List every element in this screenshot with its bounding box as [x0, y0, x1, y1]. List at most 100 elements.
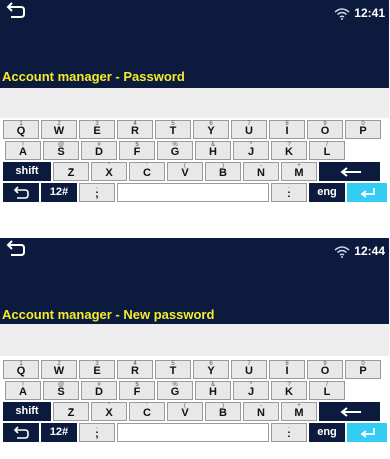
key-label: F	[133, 146, 141, 158]
back-arrow-icon[interactable]	[5, 1, 27, 21]
colon-key[interactable]: .:	[271, 183, 307, 202]
key-f[interactable]: $ F	[119, 381, 155, 400]
key-label: ;	[95, 428, 99, 440]
key-n[interactable]: -N	[243, 162, 279, 181]
key-h[interactable]: & H	[195, 381, 231, 400]
space-key[interactable]	[117, 183, 269, 202]
key-o[interactable]: 9O	[307, 120, 343, 139]
key-t[interactable]: 5T	[155, 360, 191, 379]
key-label: G	[170, 146, 180, 158]
key-z[interactable]: _ Z	[53, 402, 89, 421]
key-n[interactable]: -N	[243, 402, 279, 421]
language-key[interactable]: eng	[309, 423, 345, 442]
on-screen-keyboard: 1 Q 2 W 3 E 4 R 5 T 6 Y 7 U 8 I 9 O 0 P! A @ S # D $ F% G & H * J? K / Lsh…	[0, 118, 389, 202]
enter-key[interactable]	[347, 183, 387, 202]
key-label: W	[53, 125, 65, 137]
key-label: J	[247, 146, 255, 158]
semicolon-key[interactable]: ,;	[79, 423, 115, 442]
shift-key[interactable]: shift	[3, 402, 51, 421]
key-r[interactable]: 4R	[117, 120, 153, 139]
key-j[interactable]: * J	[233, 141, 269, 160]
key-h[interactable]: & H	[195, 141, 231, 160]
space-key[interactable]	[117, 423, 269, 442]
key-label: O	[320, 125, 330, 137]
key-c[interactable]: ' C	[129, 162, 165, 181]
key-i[interactable]: 8I	[269, 360, 305, 379]
key-y[interactable]: 6Y	[193, 120, 229, 139]
back-arrow-icon	[12, 426, 30, 440]
back-key[interactable]	[3, 183, 39, 202]
clock-time: 12:44	[354, 244, 385, 258]
key-l[interactable]: / L	[309, 141, 345, 160]
key-label: R	[131, 365, 139, 377]
key-s[interactable]: @ S	[43, 141, 79, 160]
key-k[interactable]: ? K	[271, 381, 307, 400]
key-p[interactable]: 0P	[345, 360, 381, 379]
key-r[interactable]: 4R	[117, 360, 153, 379]
key-s[interactable]: @ S	[43, 381, 79, 400]
backspace-key[interactable]	[319, 162, 380, 181]
key-p[interactable]: 0P	[345, 120, 381, 139]
key-c[interactable]: ' C	[129, 402, 165, 421]
key-q[interactable]: 1Q	[3, 360, 39, 379]
key-label: :	[287, 188, 291, 200]
key-v[interactable]: (V	[167, 162, 203, 181]
back-key[interactable]	[3, 423, 39, 442]
key-v[interactable]: (V	[167, 402, 203, 421]
key-d[interactable]: # D	[81, 381, 117, 400]
key-w[interactable]: 2W	[41, 120, 77, 139]
keyboard-row-2: ! A @ S # D $ F% G & H * J? K / L	[5, 141, 345, 160]
key-label: eng	[317, 426, 337, 438]
enter-key[interactable]	[347, 423, 387, 442]
back-arrow-icon[interactable]	[5, 239, 27, 259]
shift-key[interactable]: shift	[3, 162, 51, 181]
backspace-key[interactable]	[319, 402, 380, 421]
key-a[interactable]: ! A	[5, 381, 41, 400]
key-x[interactable]: " X	[91, 402, 127, 421]
key-k[interactable]: ? K	[271, 141, 307, 160]
top-bar: 12:44 Account manager - New password	[0, 238, 389, 324]
key-t[interactable]: 5T	[155, 120, 191, 139]
key-label: Z	[67, 167, 75, 179]
key-b[interactable]: ) B	[205, 162, 241, 181]
key-e[interactable]: 3E	[79, 360, 115, 379]
key-g[interactable]: % G	[157, 141, 193, 160]
password-input[interactable]	[0, 88, 389, 118]
key-label: U	[245, 125, 253, 137]
key-u[interactable]: 7U	[231, 360, 267, 379]
key-f[interactable]: $ F	[119, 141, 155, 160]
key-label: A	[19, 146, 27, 158]
key-g[interactable]: % G	[157, 381, 193, 400]
key-label: N	[257, 407, 265, 419]
key-label: I	[285, 365, 289, 377]
key-label: B	[219, 407, 227, 419]
numeric-toggle-key[interactable]: 12#	[41, 183, 77, 202]
key-j[interactable]: * J	[233, 381, 269, 400]
key-y[interactable]: 6Y	[193, 360, 229, 379]
key-label: E	[93, 365, 101, 377]
key-q[interactable]: 1Q	[3, 120, 39, 139]
key-m[interactable]: + M	[281, 402, 317, 421]
key-label: shift	[15, 405, 39, 417]
key-u[interactable]: 7U	[231, 120, 267, 139]
new-password-panel: 12:44 Account manager - New password 1Q2…	[0, 238, 389, 450]
wifi-icon	[334, 7, 350, 20]
key-i[interactable]: 8I	[269, 120, 305, 139]
back-arrow-icon	[12, 186, 30, 200]
key-b[interactable]: ) B	[205, 402, 241, 421]
key-e[interactable]: 3E	[79, 120, 115, 139]
semicolon-key[interactable]: ,;	[79, 183, 115, 202]
password-input[interactable]	[0, 324, 389, 356]
key-l[interactable]: / L	[309, 381, 345, 400]
key-d[interactable]: # D	[81, 141, 117, 160]
key-m[interactable]: + M	[281, 162, 317, 181]
key-x[interactable]: " X	[91, 162, 127, 181]
language-key[interactable]: eng	[309, 183, 345, 202]
key-label: K	[285, 146, 293, 158]
key-z[interactable]: _ Z	[53, 162, 89, 181]
key-w[interactable]: 2W	[41, 360, 77, 379]
numeric-toggle-key[interactable]: 12#	[41, 423, 77, 442]
colon-key[interactable]: .:	[271, 423, 307, 442]
key-a[interactable]: ! A	[5, 141, 41, 160]
key-o[interactable]: 9O	[307, 360, 343, 379]
